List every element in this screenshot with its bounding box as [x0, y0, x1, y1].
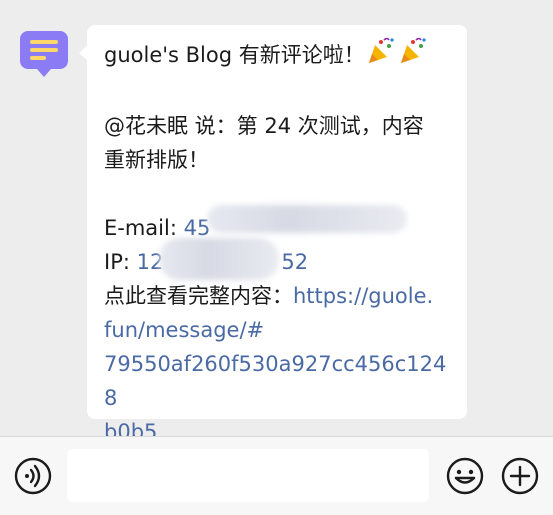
message-title-line: guole's Blog 有新评论啦！ — [104, 37, 459, 75]
email-redaction-blur — [207, 205, 407, 233]
chat-area: guole's Blog 有新评论啦！ @花未眠 说：第 24 次测试，内容 重… — [0, 0, 553, 444]
input-bar — [0, 436, 553, 515]
view-label: 点此查看完整内容： — [104, 284, 293, 308]
message-text: guole's Blog 有新评论啦！ @花未眠 说：第 24 次测试，内容 重… — [104, 37, 459, 449]
view-line: 点此查看完整内容：https://guole. — [104, 279, 459, 313]
voice-icon[interactable] — [14, 457, 52, 495]
message-bubble-icon[interactable] — [19, 30, 69, 80]
message-bubble[interactable]: guole's Blog 有新评论啦！ @花未眠 说：第 24 次测试，内容 重… — [79, 25, 467, 444]
message-title: guole's Blog 有新评论啦！ — [104, 43, 365, 67]
message-link-1[interactable]: https://guole. — [293, 284, 433, 308]
message-link-2[interactable]: fun/message/# — [104, 313, 459, 347]
ip-value-end[interactable]: 52 — [281, 250, 308, 274]
ip-redaction-blur — [159, 238, 279, 280]
message-input[interactable] — [67, 449, 429, 502]
smiley-icon[interactable] — [446, 457, 484, 495]
author-line: @花未眠 说：第 24 次测试，内容 — [104, 114, 424, 138]
party-popper-icon — [399, 37, 429, 75]
bubble-tail — [79, 45, 88, 61]
ip-line: IP: 12 52 — [104, 245, 459, 279]
email-label: E-mail: — [104, 216, 184, 240]
content-line: 重新排版！ — [104, 148, 209, 172]
plus-icon[interactable] — [501, 457, 539, 495]
party-popper-icon — [367, 37, 397, 75]
message-link-3[interactable]: 79550af260f530a927cc456c1248 — [104, 347, 459, 415]
ip-label: IP: — [104, 250, 137, 274]
